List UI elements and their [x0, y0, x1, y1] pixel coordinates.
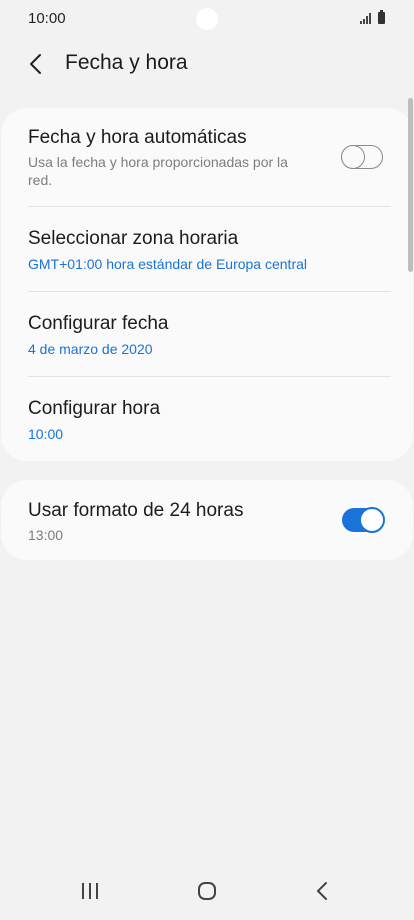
back-button[interactable] — [22, 50, 52, 78]
automatic-date-time-title: Fecha y hora automáticas — [28, 127, 247, 148]
use-24-hour-format-row[interactable]: Usar formato de 24 horas 13:00 — [1, 480, 413, 560]
select-timezone-value: GMT+01:00 hora estándar de Europa centra… — [28, 256, 308, 272]
back-icon — [317, 882, 327, 900]
select-timezone-row[interactable]: Seleccionar zona horaria GMT+01:00 hora … — [1, 207, 413, 291]
set-time-title: Configurar hora — [28, 398, 161, 419]
home-button[interactable] — [185, 874, 229, 908]
toggle-knob — [359, 507, 385, 533]
recent-apps-button[interactable] — [68, 874, 112, 908]
format-settings-card: Usar formato de 24 horas 13:00 — [1, 480, 413, 560]
set-time-value: 10:00 — [28, 426, 64, 442]
app-header: Fecha y hora — [0, 40, 414, 88]
chevron-left-icon — [30, 54, 41, 74]
date-time-settings-card: Fecha y hora automáticas Usa la fecha y … — [1, 108, 413, 461]
scrollbar[interactable] — [408, 98, 413, 272]
camera-cutout — [196, 8, 218, 30]
recent-apps-icon — [82, 883, 98, 899]
screen: 10:00 Fecha y hora Fecha y hora automáti… — [0, 0, 414, 920]
signal-icon — [360, 13, 372, 24]
automatic-date-time-row[interactable]: Fecha y hora automáticas Usa la fecha y … — [1, 108, 413, 206]
toggle-knob — [341, 144, 365, 169]
select-timezone-title: Seleccionar zona horaria — [28, 228, 239, 249]
set-date-value: 4 de marzo de 2020 — [28, 341, 153, 357]
page-title: Fecha y hora — [65, 51, 188, 74]
set-date-title: Configurar fecha — [28, 313, 169, 334]
home-icon — [198, 882, 216, 900]
automatic-date-time-toggle[interactable] — [341, 144, 383, 169]
automatic-date-time-subtitle-line2: red. — [28, 172, 53, 188]
status-bar: 10:00 — [0, 0, 414, 38]
automatic-date-time-subtitle-line1: Usa la fecha y hora proporcionadas por l… — [28, 154, 288, 170]
use-24-hour-format-toggle[interactable] — [342, 507, 385, 533]
battery-icon — [378, 10, 385, 24]
nav-back-button[interactable] — [300, 874, 344, 908]
set-time-row[interactable]: Configurar hora 10:00 — [1, 377, 413, 461]
use-24-hour-format-example: 13:00 — [28, 527, 64, 543]
status-time: 10:00 — [28, 10, 66, 27]
use-24-hour-format-title: Usar formato de 24 horas — [28, 500, 244, 521]
navigation-bar — [0, 860, 414, 920]
set-date-row[interactable]: Configurar fecha 4 de marzo de 2020 — [1, 292, 413, 376]
